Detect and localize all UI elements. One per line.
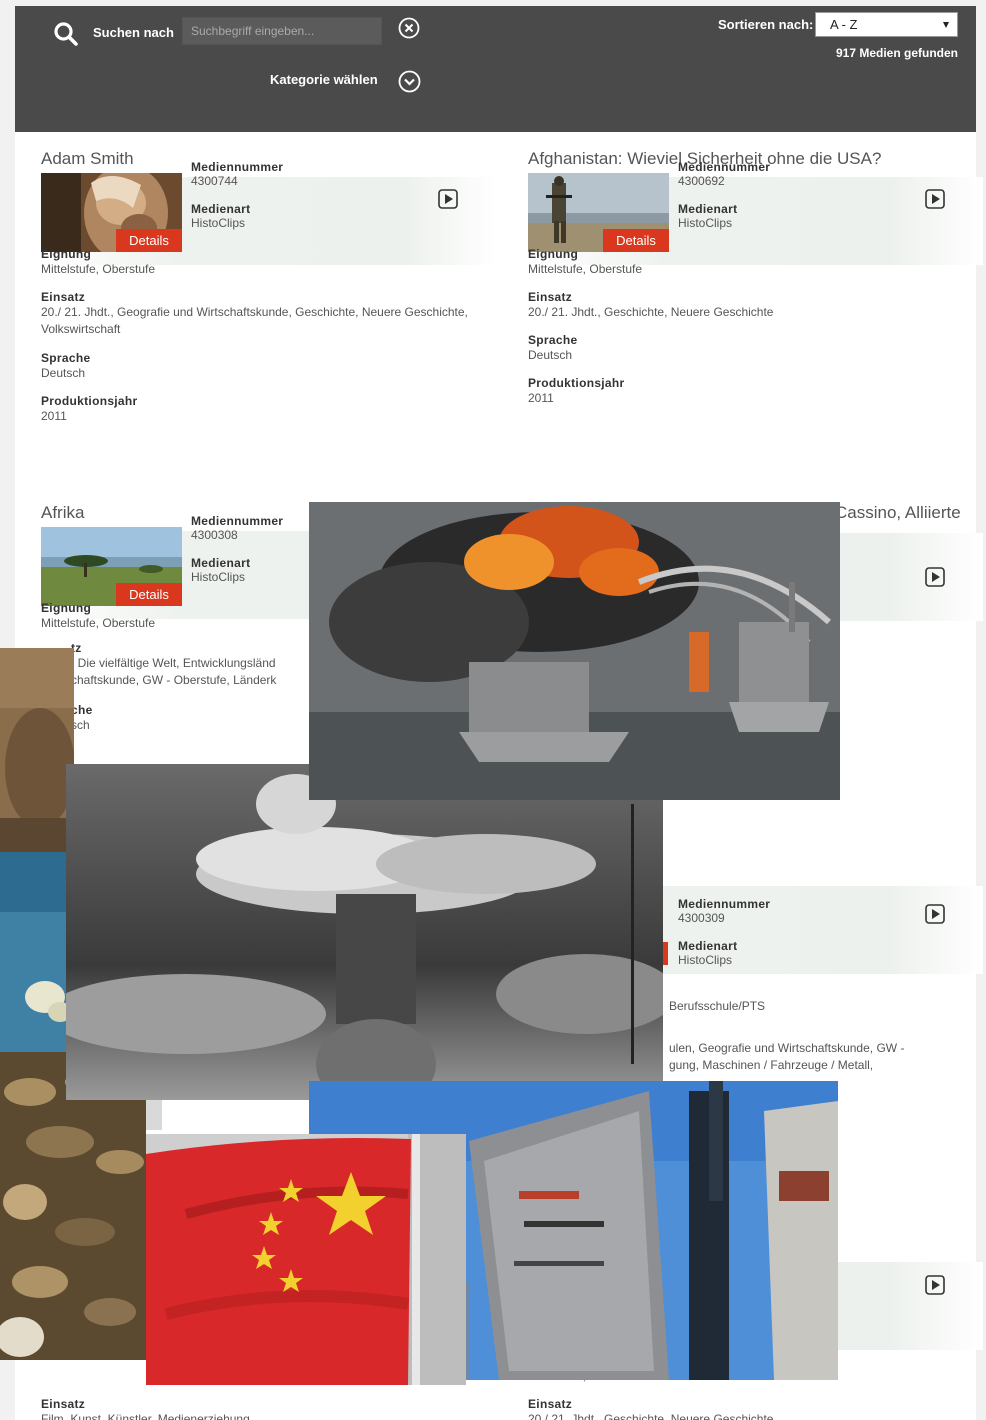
meta-medienart: Medienart HistoClips bbox=[678, 939, 737, 967]
field-eignung: Eignung Mittelstufe, Oberstufe bbox=[41, 247, 471, 278]
meta-mediennummer: Mediennummer 4300744 bbox=[191, 160, 283, 188]
sepia-portrait-image bbox=[0, 648, 74, 853]
search-label: Suchen nach bbox=[93, 25, 174, 40]
produktionsjahr-value: 2011 bbox=[528, 391, 554, 405]
sprache-label: Sprache bbox=[41, 351, 91, 365]
sprache-label: Sprache bbox=[528, 333, 578, 347]
meta-mediennummer: Mediennummer 4300308 bbox=[191, 514, 283, 542]
card-title[interactable]: Cassino, Alliierte bbox=[835, 503, 961, 523]
thumbnail[interactable]: Details bbox=[41, 173, 182, 252]
field-produktionsjahr: Produktionsjahr 2011 bbox=[528, 376, 958, 407]
medienart-value: HistoClips bbox=[678, 216, 733, 230]
play-icon[interactable] bbox=[925, 189, 945, 209]
search-header: Suchen nach Kategorie wählen Sortieren n… bbox=[15, 6, 976, 132]
sort-select[interactable]: A - Z bbox=[815, 12, 958, 37]
play-icon[interactable] bbox=[925, 567, 945, 587]
medienart-label: Medienart bbox=[678, 939, 738, 953]
produktionsjahr-label: Produktionsjahr bbox=[41, 394, 138, 408]
einsatz-value: 20./ 21. Jhdt., Geschichte, Neuere Gesch… bbox=[528, 1412, 774, 1420]
field-einsatz: ulen, Geografie und Wirtschaftskunde, GW… bbox=[669, 1040, 986, 1074]
einsatz-value-line1: ulen, Geografie und Wirtschaftskunde, GW… bbox=[669, 1041, 905, 1055]
einsatz-label: Einsatz bbox=[528, 1397, 573, 1411]
mushroom-cloud-frame bbox=[66, 764, 663, 1100]
clear-search-icon[interactable] bbox=[398, 17, 420, 39]
sky-frame bbox=[0, 852, 66, 1052]
medienart-label: Medienart bbox=[191, 202, 251, 216]
search-icon[interactable] bbox=[53, 21, 79, 47]
meta-medienart: Medienart HistoClips bbox=[678, 202, 737, 230]
field-einsatz: Einsatz 20./ 21. Jhdt., Geografie und Wi… bbox=[41, 290, 471, 338]
meta-mediennummer: Mediennummer 4300309 bbox=[678, 897, 770, 925]
einsatz-value: 20./ 21. Jhdt., Geografie und Wirtschaft… bbox=[41, 305, 468, 336]
einsatz-label: Einsatz bbox=[41, 1397, 86, 1411]
dropdown-arrow-icon bbox=[943, 22, 949, 28]
eignung-value: Mittelstufe, Oberstufe bbox=[41, 262, 156, 276]
field-produktionsjahr: Produktionsjahr 2011 bbox=[41, 394, 471, 425]
sort-select-value: A - Z bbox=[830, 17, 858, 32]
mediennummer-value: 4300744 bbox=[191, 174, 238, 188]
field-eignung: Berufsschule/PTS bbox=[669, 998, 986, 1015]
einsatz-label: Einsatz bbox=[528, 290, 573, 304]
sepia-portrait-frame bbox=[0, 648, 74, 853]
thumbnail[interactable]: Details bbox=[528, 173, 669, 252]
eignung-value: Mittelstufe, Oberstufe bbox=[528, 262, 643, 276]
play-icon[interactable] bbox=[925, 1275, 945, 1295]
field-einsatz: Einsatz 20./ 21. Jhdt., Geschichte, Neue… bbox=[528, 290, 958, 321]
media-card: Einsatz Film, Kunst, Künstler, Medienerz… bbox=[41, 1397, 496, 1420]
sky-image bbox=[0, 852, 66, 1052]
gray-strip bbox=[146, 1100, 162, 1130]
eignung-label: Eignung bbox=[41, 247, 92, 261]
mediennummer-value: 4300308 bbox=[191, 528, 238, 542]
media-card: Adam Smith Details Mediennummer 4300744 … bbox=[41, 149, 496, 469]
einsatz-value-line2: gung, Maschinen / Fahrzeuge / Metall, bbox=[669, 1058, 874, 1072]
burning-oil-rig-image bbox=[309, 502, 840, 800]
burning-oil-rig-frame bbox=[309, 502, 840, 800]
mushroom-cloud-image bbox=[66, 764, 663, 1100]
produktionsjahr-value: 2011 bbox=[41, 409, 67, 423]
einsatz-value: Film, Kunst, Künstler, Medienerziehung bbox=[41, 1412, 250, 1420]
search-input[interactable] bbox=[182, 17, 382, 45]
mediennummer-value: 4300309 bbox=[678, 911, 725, 925]
media-card: Afghanistan: Wieviel Sicherheit ohne die… bbox=[528, 149, 983, 469]
medienart-label: Medienart bbox=[678, 202, 738, 216]
meta-medienart: Medienart HistoClips bbox=[191, 556, 250, 584]
mediennummer-value: 4300692 bbox=[678, 174, 725, 188]
thumbnail[interactable]: Details bbox=[41, 527, 182, 606]
eignung-label: Eignung bbox=[528, 247, 579, 261]
result-count: 917 Medien gefunden bbox=[835, 46, 958, 60]
sprache-value: Deutsch bbox=[528, 348, 573, 362]
produktionsjahr-label: Produktionsjahr bbox=[528, 376, 625, 390]
chinese-flag-image bbox=[146, 1134, 466, 1385]
medienart-value: HistoClips bbox=[678, 953, 733, 967]
category-label[interactable]: Kategorie wählen bbox=[270, 72, 378, 87]
mediennummer-label: Mediennummer bbox=[678, 160, 771, 174]
medienart-value: HistoClips bbox=[191, 570, 246, 584]
field-eignung: Eignung Mittelstufe, Oberstufe bbox=[528, 247, 958, 278]
meta-medienart: Medienart HistoClips bbox=[191, 202, 250, 230]
field-sprache: Sprache Deutsch bbox=[41, 351, 471, 382]
einsatz-label: Einsatz bbox=[41, 290, 86, 304]
eignung-value: Berufsschule/PTS bbox=[669, 999, 766, 1013]
field-einsatz: Einsatz Film, Kunst, Künstler, Medienerz… bbox=[41, 1397, 471, 1420]
field-sprache: Sprache Deutsch bbox=[528, 333, 958, 364]
play-icon[interactable] bbox=[438, 189, 458, 209]
mediennummer-label: Mediennummer bbox=[191, 514, 284, 528]
einsatz-value: 20./ 21. Jhdt., Geschichte, Neuere Gesch… bbox=[528, 305, 774, 319]
medienart-value: HistoClips bbox=[191, 216, 246, 230]
mediennummer-label: Mediennummer bbox=[678, 897, 771, 911]
chevron-down-circle-icon[interactable] bbox=[398, 70, 421, 93]
sort-label: Sortieren nach: bbox=[718, 17, 814, 32]
mediennummer-label: Mediennummer bbox=[191, 160, 284, 174]
sprache-value: Deutsch bbox=[41, 366, 86, 380]
field-einsatz: Einsatz 20./ 21. Jhdt., Geschichte, Neue… bbox=[528, 1397, 958, 1420]
chinese-flag-frame bbox=[146, 1134, 466, 1385]
play-icon[interactable] bbox=[925, 904, 945, 924]
medienart-label: Medienart bbox=[191, 556, 251, 570]
meta-mediennummer: Mediennummer 4300692 bbox=[678, 160, 770, 188]
